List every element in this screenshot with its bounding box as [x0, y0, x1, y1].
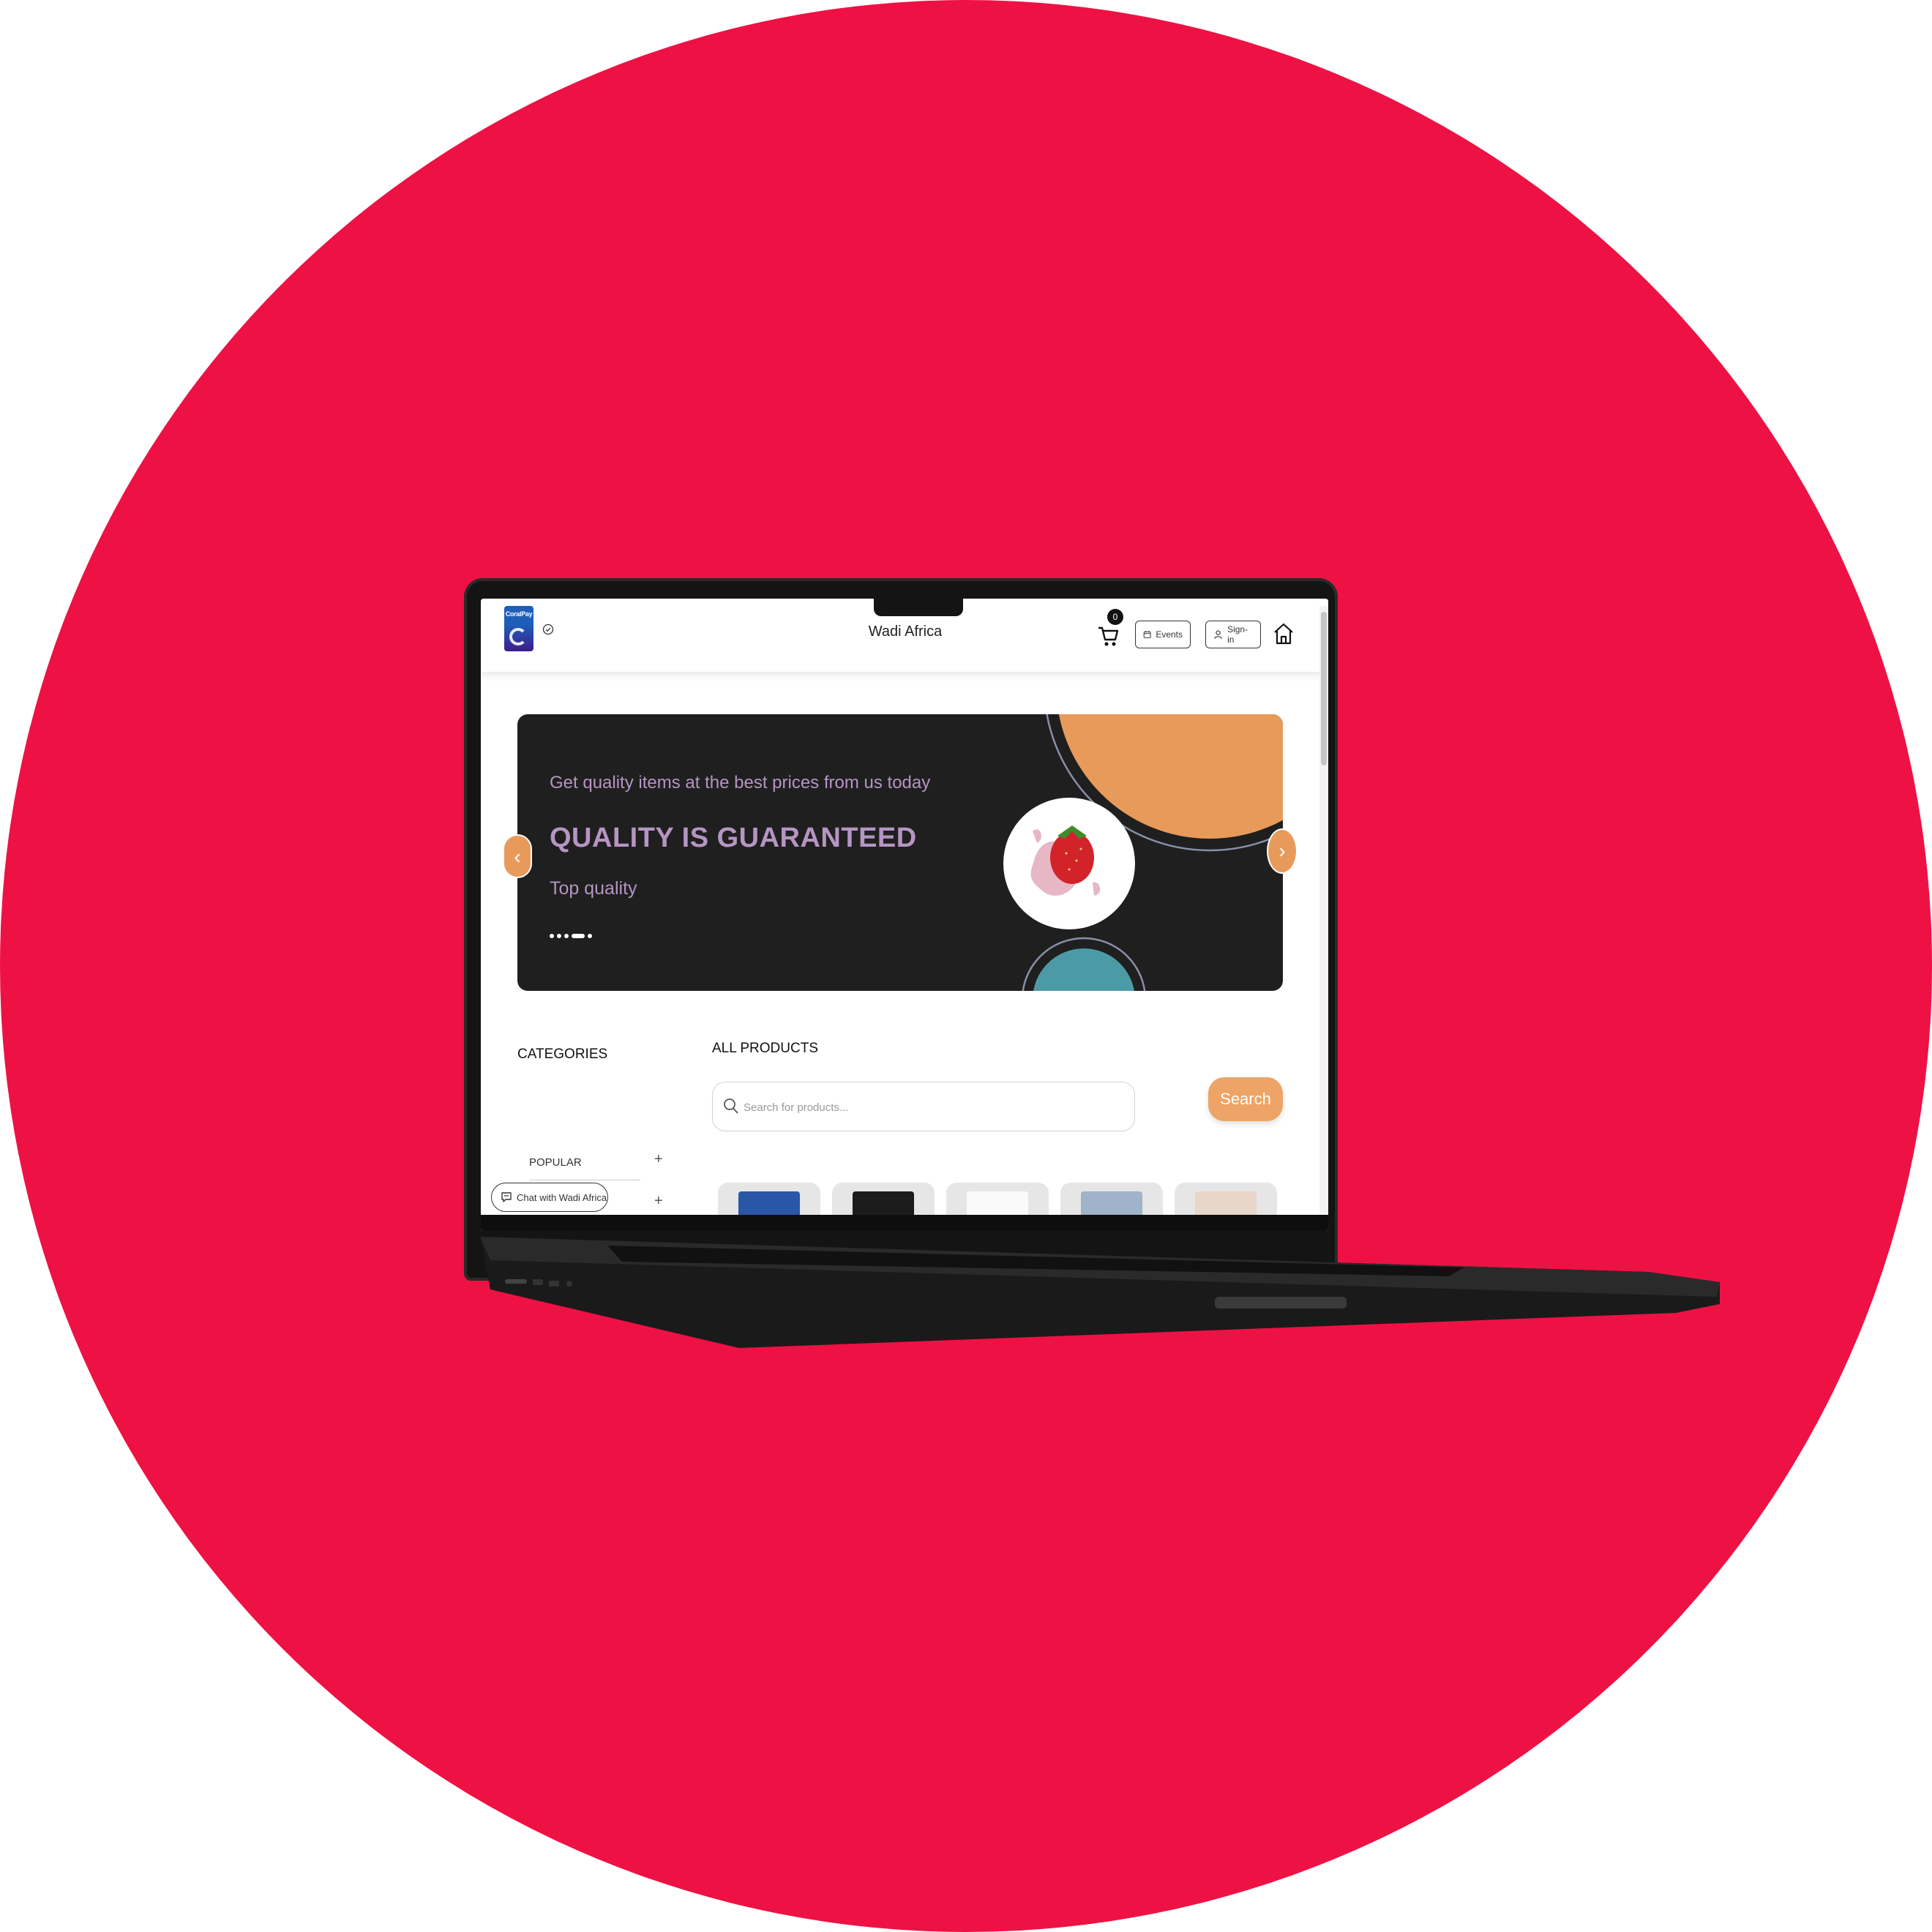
hero-tagline: Top quality — [550, 878, 637, 899]
page-scrollbar[interactable] — [1319, 606, 1328, 1221]
product-search-field[interactable] — [712, 1082, 1135, 1131]
search-button[interactable]: Search — [1208, 1077, 1283, 1121]
categories-title: CATEGORIES — [517, 1046, 608, 1062]
sign-in-button[interactable]: Sign-in — [1205, 621, 1261, 648]
carousel-dot[interactable] — [550, 934, 554, 938]
screen-bezel-bottom — [481, 1215, 1328, 1231]
swirl-icon — [509, 628, 527, 645]
laptop-base — [476, 1231, 1720, 1348]
user-icon — [1214, 630, 1222, 639]
carousel-prev-button[interactable]: ‹ — [503, 834, 532, 878]
search-input[interactable] — [742, 1096, 1111, 1119]
expand-toggle[interactable]: + — [654, 1151, 663, 1168]
chat-button[interactable]: Chat with Wadi Africa — [491, 1183, 608, 1212]
carousel-dot[interactable] — [557, 934, 561, 938]
coralpay-logo[interactable]: CoralPay — [504, 606, 533, 651]
category-item-popular[interactable]: POPULAR — [529, 1156, 582, 1169]
carousel-dots[interactable] — [550, 934, 592, 938]
camera-notch — [874, 597, 963, 616]
carousel-dot-active[interactable] — [572, 934, 585, 938]
browser-screen: CoralPay Wadi Africa 0 Events Sign-in Ge… — [481, 599, 1328, 1231]
chat-label: Chat with Wadi Africa — [517, 1191, 607, 1203]
sign-in-label: Sign-in — [1227, 624, 1248, 645]
events-button[interactable]: Events — [1135, 621, 1191, 648]
cart-count-badge: 0 — [1107, 609, 1123, 625]
chat-icon — [501, 1192, 512, 1202]
site-title: Wadi Africa — [868, 624, 943, 640]
scrollbar-thumb[interactable] — [1321, 612, 1327, 765]
search-icon — [724, 1098, 738, 1114]
calendar-icon — [1143, 631, 1151, 638]
logo-text: CoralPay — [505, 610, 533, 618]
events-label: Events — [1156, 629, 1183, 640]
hero-title: QUALITY IS GUARANTEED — [550, 823, 917, 853]
hero-banner: Get quality items at the best prices fro… — [517, 714, 1283, 991]
all-products-title: ALL PRODUCTS — [712, 1041, 818, 1056]
expand-toggle[interactable]: + — [654, 1193, 663, 1210]
hero-subtitle: Get quality items at the best prices fro… — [550, 773, 931, 793]
carousel-dot[interactable] — [588, 934, 592, 938]
home-icon[interactable] — [1273, 622, 1295, 645]
strawberry-milk-illustration — [1003, 714, 1283, 991]
carousel-next-button[interactable]: › — [1267, 828, 1298, 874]
carousel-dot[interactable] — [564, 934, 569, 938]
verified-badge-icon — [542, 624, 554, 635]
cart-icon[interactable] — [1097, 622, 1119, 647]
